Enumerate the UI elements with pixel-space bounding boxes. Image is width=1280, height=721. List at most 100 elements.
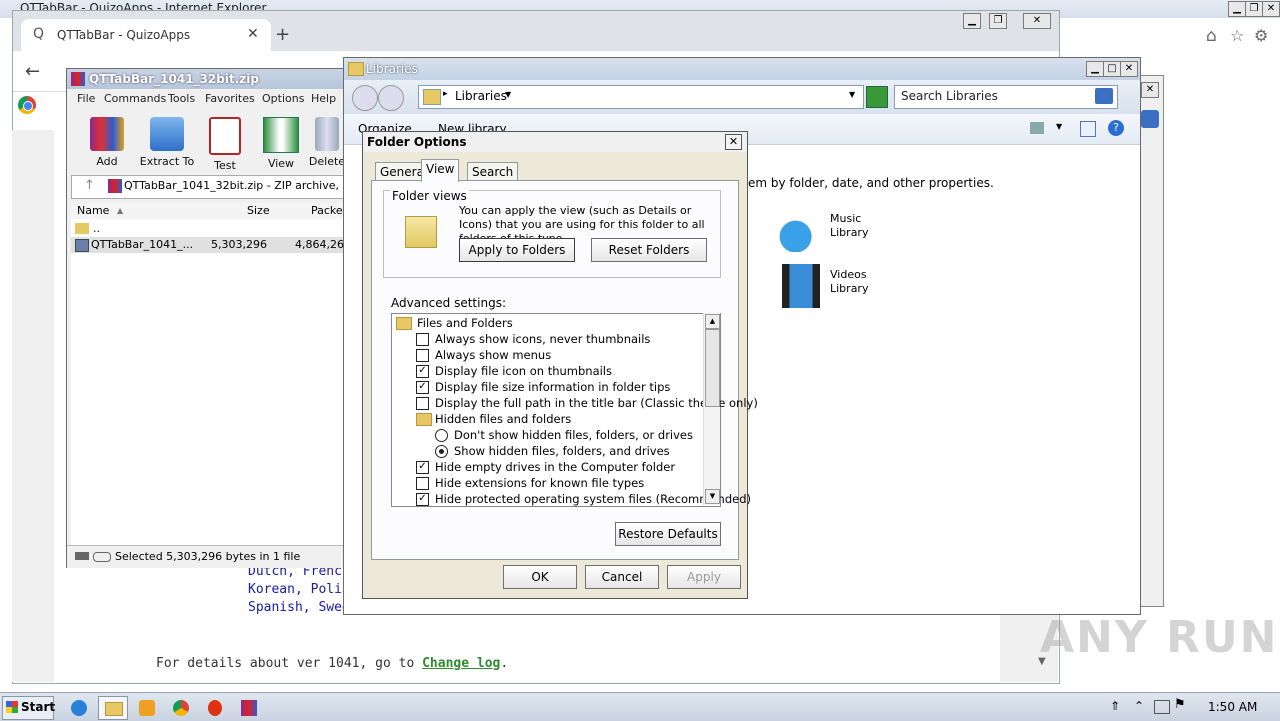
favorites-star-icon[interactable]: ☆ [1230, 26, 1244, 45]
menu-tools[interactable]: Tools [168, 92, 195, 105]
chrome-close-button[interactable]: ✕ [1023, 13, 1051, 29]
checkbox[interactable] [416, 397, 429, 410]
network-icon[interactable] [1154, 700, 1170, 714]
apply-to-folders-button[interactable]: Apply to Folders [459, 238, 575, 262]
setting-always-show-icons[interactable]: Always show icons, never thumbnails [416, 331, 650, 347]
chrome-tab-title: QTTabBar - QuizoApps [57, 28, 191, 42]
restore-defaults-button[interactable]: Restore Defaults [615, 522, 721, 546]
start-button[interactable]: Start [2, 696, 55, 720]
flag-icon[interactable]: ⚑ [1174, 697, 1186, 712]
view-dropdown-icon[interactable]: ▼ [1056, 122, 1062, 131]
cancel-button[interactable]: Cancel [585, 565, 659, 589]
search-input[interactable]: Search Libraries [894, 85, 1118, 109]
close-tab-icon[interactable]: ✕ [247, 26, 259, 42]
radio-button-selected[interactable] [435, 445, 448, 458]
drive-icon [75, 552, 89, 560]
tab-search[interactable]: Search [467, 162, 519, 181]
setting-always-show-menus[interactable]: Always show menus [416, 347, 551, 363]
checkbox-checked[interactable]: ✓ [416, 461, 429, 474]
checkbox-checked[interactable]: ✓ [416, 381, 429, 394]
setting-display-file-size[interactable]: ✓ Display file size information in folder… [416, 379, 670, 395]
second-explorer-close-button[interactable]: ✕ [1141, 82, 1159, 98]
ok-button[interactable]: OK [503, 565, 577, 589]
setting-hide-extensions[interactable]: Hide extensions for known file types [416, 475, 644, 491]
tray-arrow-icon[interactable]: ⇑ [1110, 699, 1120, 713]
setting-dont-show-hidden[interactable]: Don't show hidden files, folders, or dri… [435, 427, 693, 443]
chrome-restore-button[interactable]: ❐ [989, 13, 1007, 29]
clock[interactable]: 1:50 AM [1208, 700, 1257, 714]
search-icon[interactable] [1095, 88, 1113, 104]
checkbox[interactable] [416, 349, 429, 362]
ie-minimize-button[interactable]: ▁ [1228, 1, 1246, 17]
extract-to-button[interactable]: Extract To [137, 113, 197, 168]
change-log-link[interactable]: Change log [422, 656, 500, 671]
checkbox-checked[interactable]: ✓ [416, 493, 429, 506]
menu-commands[interactable]: Commands [104, 92, 166, 105]
setting-hide-empty-drives[interactable]: ✓ Hide empty drives in the Computer folde… [416, 459, 675, 475]
new-tab-button[interactable]: + [275, 24, 290, 45]
table-row[interactable]: .. [71, 221, 347, 237]
menu-favorites[interactable]: Favorites [205, 92, 255, 105]
apply-button[interactable]: Apply [667, 565, 741, 589]
setting-display-file-icon[interactable]: ✓ Display file icon on thumbnails [416, 363, 612, 379]
taskbar-media-player-icon[interactable] [132, 696, 162, 720]
tray-expand-icon[interactable]: ⌃ [1134, 699, 1144, 713]
taskbar-explorer-icon[interactable] [98, 696, 128, 720]
languages-line-3: Spanish, Swed [248, 600, 350, 615]
preview-pane-icon[interactable] [1080, 121, 1096, 137]
help-icon[interactable]: ? [1108, 120, 1124, 136]
breadcrumb-arrow-icon[interactable]: ▸ [443, 89, 448, 99]
scroll-up-icon[interactable]: ▲ [705, 314, 720, 329]
chrome-minimize-button[interactable]: ▁ [963, 13, 981, 29]
reset-folders-button[interactable]: Reset Folders [591, 238, 707, 262]
taskbar-ie-icon[interactable] [64, 696, 94, 720]
tab-view[interactable]: View [421, 159, 460, 182]
delete-button[interactable]: Delete [307, 113, 347, 168]
ie-restore-button[interactable]: ❐ [1245, 1, 1263, 17]
key-icon [93, 552, 111, 562]
close-icon[interactable]: ✕ [725, 134, 742, 150]
gear-icon[interactable]: ⚙ [1254, 26, 1268, 45]
scrollbar-thumb[interactable] [705, 329, 720, 407]
checkbox[interactable] [416, 333, 429, 346]
up-arrow-icon[interactable]: ↑ [84, 178, 95, 193]
radio-button[interactable] [435, 429, 448, 442]
library-item-label: Videos Library [830, 268, 869, 295]
table-row[interactable]: QTTabBar_1041_... 5,303,296 4,864,26 [71, 237, 347, 253]
libraries-close-button[interactable]: ✕ [1120, 61, 1138, 77]
scroll-down-icon[interactable]: ▼ [705, 489, 720, 504]
checkbox-checked[interactable]: ✓ [416, 365, 429, 378]
ie-close-button[interactable]: ✕ [1262, 1, 1280, 17]
libraries-maximize-button[interactable]: □ [1103, 61, 1121, 77]
advanced-settings-scrollbar[interactable]: ▲ ▼ [703, 313, 720, 505]
menu-help[interactable]: Help [311, 92, 336, 105]
checkbox[interactable] [416, 477, 429, 490]
back-arrow-icon[interactable]: ← [25, 61, 40, 82]
back-button[interactable] [352, 85, 378, 111]
home-icon[interactable]: ⌂ [1206, 26, 1217, 46]
second-search-icon[interactable] [1141, 110, 1159, 128]
taskbar-chrome-icon[interactable] [166, 696, 196, 720]
test-button[interactable]: Test [195, 113, 255, 172]
address-dropdown-icon[interactable]: ▼ [849, 90, 855, 99]
add-button[interactable]: Add [77, 113, 137, 168]
taskbar-opera-icon[interactable] [200, 696, 230, 720]
view-options-icon[interactable] [1030, 122, 1044, 134]
view-button[interactable]: View [251, 113, 311, 170]
setting-show-hidden[interactable]: Show hidden files, folders, and drives [435, 443, 670, 459]
breadcrumb-dropdown-icon[interactable]: ▼ [505, 90, 511, 99]
menu-options[interactable]: Options [262, 92, 304, 105]
winrar-status-text: Selected 5,303,296 bytes in 1 file [115, 550, 301, 563]
column-name[interactable]: Name [77, 204, 109, 217]
libraries-minimize-button[interactable]: ▁ [1086, 61, 1104, 77]
chrome-tab[interactable]: Q QTTabBar - QuizoApps ✕ [21, 19, 271, 51]
setting-hide-protected-files[interactable]: ✓ Hide protected operating system files (… [416, 491, 751, 507]
menu-file[interactable]: File [77, 92, 95, 105]
refresh-icon[interactable] [866, 86, 888, 108]
taskbar-winrar-icon[interactable] [234, 696, 264, 720]
forward-button[interactable] [378, 85, 404, 111]
folder-options-dialog: Folder Options ✕ General View Search Fol… [362, 131, 758, 599]
winrar-path-bar[interactable]: ↑ QTTabBar_1041_32bit.zip - ZIP archive, [71, 175, 347, 199]
column-size[interactable]: Size [247, 204, 270, 217]
address-bar[interactable]: ▸ Libraries ▼ ▼ [418, 85, 864, 109]
